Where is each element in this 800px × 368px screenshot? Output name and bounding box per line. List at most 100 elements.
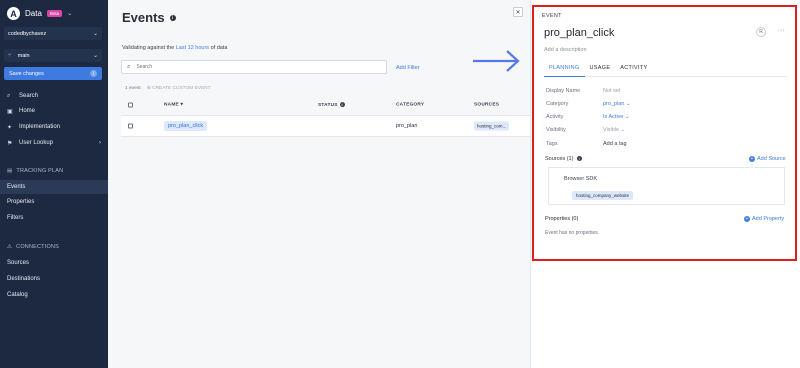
sources-section-label: Sources (1) i	[545, 156, 582, 162]
chevron-down-icon: ⌄	[625, 101, 631, 107]
events-table: NAME ▾ STATUS i CATEGORY SOURCES pro_plan…	[121, 95, 530, 137]
tracking-plan-heading: ▤ TRACKING PLAN	[7, 168, 63, 174]
info-icon[interactable]: i	[576, 156, 582, 162]
nav-implementation-label: Implementation	[19, 124, 61, 130]
search-icon: ⌕	[7, 92, 11, 99]
nav-filters-label: Filters	[7, 215, 24, 221]
search-input[interactable]	[136, 64, 337, 70]
chevron-down-icon: ⌄	[92, 53, 98, 59]
nav-catalog-label: Catalog	[7, 292, 28, 298]
description-input[interactable]: Add a description	[544, 47, 587, 53]
table-row[interactable]: pro_plan_click pro_plan hosting_com...	[121, 116, 530, 137]
add-property-label: Add Property	[752, 216, 785, 222]
nav-search[interactable]: ⌕ Search	[0, 89, 108, 103]
save-changes-button[interactable]: Save changes i	[4, 67, 102, 80]
source-sdk: Browser SDK	[564, 176, 598, 182]
amplitude-logo-icon: A	[7, 7, 20, 20]
chevron-down-icon: ⌄	[620, 127, 626, 133]
visibility-select[interactable]: Visible ⌄	[603, 127, 625, 133]
activity-label: Activity	[546, 114, 564, 120]
time-range-link[interactable]: Last 12 hours	[176, 45, 209, 51]
info-icon: i	[90, 70, 97, 77]
page-title: Events i	[122, 10, 176, 25]
brand[interactable]: A Data Beta ⌄	[7, 7, 72, 20]
nav-user-lookup[interactable]: ⚑ User Lookup ›	[0, 136, 108, 150]
nav-destinations[interactable]: Destinations	[0, 272, 108, 286]
avatar[interactable]: R	[756, 27, 766, 37]
nav-events[interactable]: Events	[0, 180, 108, 194]
add-source-button[interactable]: + Add Source	[749, 156, 786, 162]
event-source-pill[interactable]: hosting_com...	[474, 121, 510, 131]
info-icon[interactable]: i	[339, 102, 345, 108]
tracking-plan-icon: ▤	[7, 168, 13, 174]
event-category: pro_plan	[396, 123, 418, 129]
sidebar: A Data Beta ⌄ codedbychavez ⌄ ⑂ main ⌄ S…	[0, 0, 108, 368]
chevron-down-icon: ⌄	[67, 11, 73, 17]
source-tag[interactable]: hosting_company_website	[572, 191, 634, 200]
chevron-down-icon: ⌄	[92, 31, 98, 37]
tab-activity[interactable]: ACTIVITY	[615, 64, 652, 77]
save-changes-label: Save changes	[9, 70, 44, 77]
beta-badge: Beta	[46, 10, 63, 17]
event-title[interactable]: pro_plan_click	[544, 27, 614, 39]
workspace-selector[interactable]: codedbychavez ⌄	[4, 27, 102, 40]
nav-properties[interactable]: Properties	[0, 195, 108, 209]
sparkle-icon: ✦	[7, 124, 13, 131]
more-options-icon[interactable]: ···	[777, 27, 786, 34]
events-main: Events i ✕ Validating against the Last 1…	[108, 0, 530, 368]
source-card: Browser SDK hosting_company_website	[548, 167, 785, 205]
select-all-checkbox[interactable]	[128, 102, 133, 108]
tab-usage[interactable]: USAGE	[585, 64, 616, 77]
nav-destinations-label: Destinations	[7, 276, 41, 282]
tracking-plan-heading-label: TRACKING PLAN	[16, 168, 64, 174]
visibility-value: Visible	[603, 127, 620, 133]
add-tag-input[interactable]: Add a tag	[603, 141, 627, 147]
activity-select[interactable]: Is Active ⌄	[603, 114, 630, 120]
create-custom-event-label: CREATE CUSTOM EVENT	[152, 86, 211, 91]
event-name-pill[interactable]: pro_plan_click	[164, 121, 208, 131]
nav-search-label: Search	[19, 93, 39, 99]
close-panel-button[interactable]: ✕	[513, 7, 523, 17]
events-count-bar: 1 event ⊕ CREATE CUSTOM EVENT	[125, 86, 211, 91]
row-checkbox[interactable]	[128, 123, 133, 129]
nav-user-lookup-label: User Lookup	[19, 140, 54, 146]
plus-icon: +	[744, 216, 750, 222]
search-field[interactable]: ⌕	[121, 60, 387, 74]
nav-sources[interactable]: Sources	[0, 256, 108, 270]
chevron-down-icon: ⌄	[625, 114, 630, 120]
nav-implementation[interactable]: ✦ Implementation	[0, 120, 108, 134]
nav-home[interactable]: ▣ Home	[0, 104, 108, 118]
visibility-label: Visibility	[546, 127, 566, 133]
workspace-name: codedbychavez	[8, 30, 47, 37]
plus-icon: +	[749, 156, 755, 162]
category-label: Category	[546, 101, 569, 107]
branch-icon: ⑂	[8, 52, 12, 59]
display-name-value[interactable]: Not set	[603, 88, 620, 94]
properties-section-label: Properties (0)	[545, 216, 579, 222]
home-icon: ▣	[7, 108, 13, 115]
panel-tabs: PLANNING USAGE ACTIVITY	[544, 64, 787, 77]
page-title-text: Events	[122, 10, 165, 25]
connections-icon: ⚠	[7, 244, 13, 250]
brand-title: Data	[25, 9, 42, 18]
column-category: CATEGORY	[396, 102, 425, 108]
info-icon[interactable]: i	[169, 14, 176, 21]
column-name-label: NAME	[164, 102, 179, 108]
branch-selector[interactable]: ⑂ main ⌄	[4, 49, 102, 62]
add-property-button[interactable]: + Add Property	[744, 216, 784, 222]
category-select[interactable]: pro_plan ⌄	[603, 101, 631, 107]
nav-properties-label: Properties	[7, 199, 35, 205]
arrow-right-icon	[473, 50, 520, 72]
add-filter-link[interactable]: Add Filter	[396, 65, 420, 71]
create-custom-event-button[interactable]: ⊕ CREATE CUSTOM EVENT	[147, 86, 211, 91]
column-name[interactable]: NAME ▾	[164, 103, 183, 108]
search-icon: ⌕	[127, 63, 131, 70]
no-properties-text: Event has no properties.	[545, 230, 600, 236]
add-source-label: Add Source	[757, 156, 786, 162]
nav-catalog[interactable]: Catalog	[0, 288, 108, 302]
nav-filters[interactable]: Filters	[0, 211, 108, 225]
tab-planning[interactable]: PLANNING	[544, 64, 585, 77]
validating-suffix: of data	[210, 45, 228, 51]
column-sources: SOURCES	[474, 102, 500, 108]
column-status: STATUS i	[318, 102, 345, 108]
